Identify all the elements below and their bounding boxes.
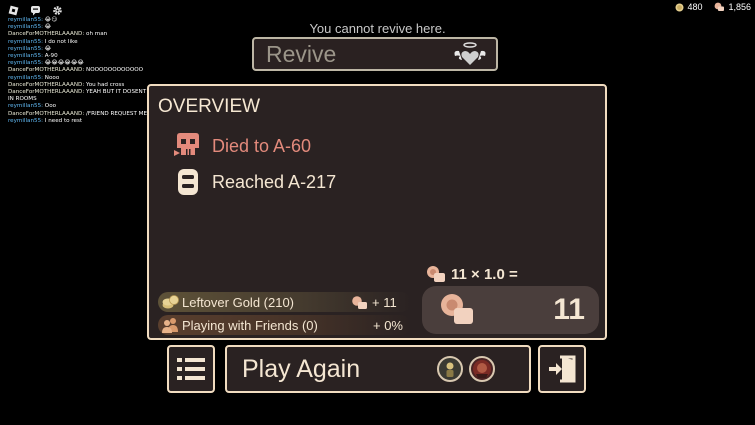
chat-message: DanceForMOTHERLAAAND: You had cross <box>8 82 168 89</box>
chat-message: reymillan55: I do not like <box>8 39 168 46</box>
revive-note: You cannot revive here. <box>309 21 446 36</box>
coin-stack-icon <box>161 293 179 311</box>
knob-icon <box>427 266 445 282</box>
door-icon <box>178 169 198 195</box>
avatar <box>469 356 495 382</box>
party-avatars <box>437 356 495 382</box>
chat-username[interactable]: reymillan55: <box>8 60 43 66</box>
chat-text: Ooo <box>44 103 57 110</box>
chat-username[interactable]: reymillan55: <box>8 39 43 45</box>
chat-text: Nooo <box>44 74 60 81</box>
knob-icon <box>715 2 725 11</box>
friends-icon <box>161 316 179 334</box>
death-text: Died to A-60 <box>212 135 312 156</box>
chat-icon[interactable] <box>28 3 42 17</box>
reached-text: Reached A-217 <box>212 171 337 192</box>
chat-username[interactable]: reymillan55: <box>8 103 43 109</box>
play-again-label: Play Again <box>242 354 361 383</box>
chat-text: NOOOOOOOOOOOO <box>86 67 144 74</box>
settings-gear-icon[interactable] <box>50 3 64 17</box>
knob-icon <box>352 295 367 309</box>
calc-text: 11 × 1.0 = <box>451 265 518 283</box>
overview-panel: OVERVIEW Died to A-60 Reached A-217 11 ×… <box>147 84 607 340</box>
chat-text: 😂😂😂😂😂😂 <box>44 60 85 67</box>
exit-door-icon <box>549 355 576 383</box>
exit-button[interactable] <box>538 345 586 393</box>
skull-icon <box>174 133 199 156</box>
knobs-total-box: 11 <box>422 286 599 334</box>
winged-heart-icon <box>454 42 486 65</box>
avatar <box>437 356 463 382</box>
chat-text: I need to rest <box>44 117 83 124</box>
chat-message: DanceForMOTHERLAAAND: YEAH BUT IT DOSENT… <box>8 89 168 103</box>
chat-username[interactable]: reymillan55: <box>8 75 43 81</box>
bonus-gold-amount-wrap: + 11 <box>351 295 397 310</box>
chat-message: reymillan55: 😂 <box>8 46 168 53</box>
bonus-leftover-gold: Leftover Gold (210) + 11 <box>158 292 411 312</box>
chat-message: reymillan55: Nooo <box>8 75 168 82</box>
knobs-calculation: 11 × 1.0 = <box>425 264 518 284</box>
chat-username[interactable]: DanceForMOTHERLAAAND: <box>8 82 84 88</box>
roblox-menu <box>6 3 64 17</box>
chat-message: DanceForMOTHERLAAAND: NOOOOOOOOOOOO <box>8 67 168 74</box>
chat-message: DanceForMOTHERLAAAND: /FRIEND REQUEST ME <box>8 111 168 118</box>
chat-message: reymillan55: 😂😂😂😂😂😂 <box>8 60 168 67</box>
roblox-logo-icon[interactable] <box>6 3 20 17</box>
menu-button[interactable] <box>167 345 215 393</box>
chat-text: I do not like <box>44 38 78 45</box>
revive-button[interactable]: Revive <box>252 37 498 71</box>
play-again-button[interactable]: Play Again <box>225 345 531 393</box>
chat-username[interactable]: reymillan55: <box>8 118 43 124</box>
death-row: Died to A-60 <box>174 133 311 159</box>
bonus-friends-label: Playing with Friends (0) <box>182 317 318 333</box>
chat-message: reymillan55: I need to rest <box>8 118 168 125</box>
bonus-friends-amount: + 0% <box>373 317 403 333</box>
bonus-gold-label: Leftover Gold (210) <box>182 294 295 310</box>
chat-username[interactable]: reymillan55: <box>8 46 43 52</box>
chat-username[interactable]: DanceForMOTHERLAAAND: <box>8 67 84 73</box>
chat-message: reymillan55: Ooo <box>8 103 168 110</box>
chat-username[interactable]: DanceForMOTHERLAAAND: <box>8 89 84 95</box>
chat-username[interactable]: reymillan55: <box>8 53 43 59</box>
revive-label: Revive <box>266 40 337 67</box>
bonus-gold-amount: + 11 <box>372 294 397 310</box>
knob-icon <box>441 294 473 324</box>
chat-username[interactable]: DanceForMOTHERLAAAND: <box>8 111 84 117</box>
chat-text: You had cross <box>86 81 125 88</box>
chat-text: 😂 <box>44 45 52 52</box>
knobs-total-value: 11 <box>553 293 585 326</box>
reached-row: Reached A-217 <box>174 168 336 196</box>
overview-title: OVERVIEW <box>158 96 261 117</box>
coins-counter: 480 <box>675 2 702 12</box>
chat-text: /FRIEND REQUEST ME <box>86 110 148 117</box>
list-icon <box>177 358 205 380</box>
bonus-playing-with-friends: Playing with Friends (0) + 0% <box>158 315 411 335</box>
knobs-counter: 1,856 <box>714 2 751 12</box>
coins-value: 480 <box>687 2 703 12</box>
coin-icon <box>675 3 684 11</box>
chat-text: A-90 <box>44 53 58 60</box>
currency-bar: 480 1,856 <box>675 2 751 12</box>
knobs-value: 1,856 <box>728 2 751 12</box>
